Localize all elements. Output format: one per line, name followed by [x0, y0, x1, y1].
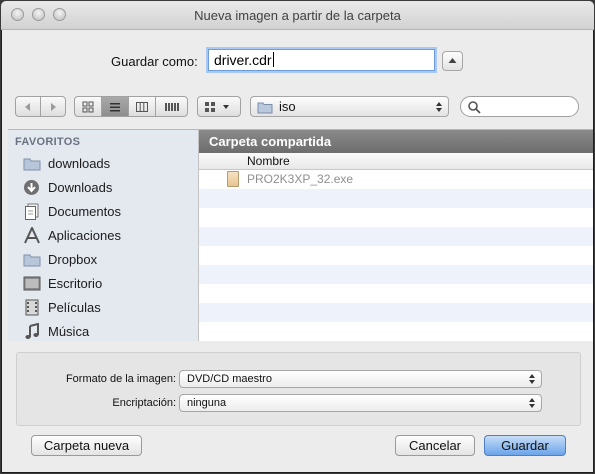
arrange-button[interactable]	[197, 96, 241, 117]
save-as-field[interactable]: driver.cdr	[208, 49, 435, 71]
sidebar-item-label: Películas	[48, 299, 101, 315]
back-button[interactable]	[15, 96, 41, 117]
sidebar-item-music[interactable]: Música	[8, 319, 198, 341]
sidebar-section-favorites: FAVORITOS	[15, 136, 81, 148]
sidebar-item-movies[interactable]: Películas	[8, 295, 198, 319]
save-dialog: Nueva imagen a partir de la carpeta Guar…	[1, 1, 594, 473]
list-view-button[interactable]	[101, 96, 129, 117]
column-view-button[interactable]	[128, 96, 156, 117]
sidebar-item-label: downloads	[48, 155, 111, 171]
grid-view-icon	[82, 101, 94, 112]
text-caret	[272, 52, 274, 67]
sidebar-item-applications[interactable]: Aplicaciones	[8, 223, 198, 247]
list-view-icon	[110, 102, 120, 111]
sidebar-item-label: Escritorio	[48, 275, 103, 291]
sidebar-item-label: Dropbox	[48, 251, 98, 267]
music-icon	[22, 322, 41, 340]
format-popup[interactable]: DVD/CD maestro	[179, 370, 542, 388]
options-panel: Formato de la imagen: DVD/CD maestro Enc…	[16, 352, 581, 426]
location-label: iso	[279, 99, 296, 114]
sidebar-item-downloads[interactable]: Downloads	[8, 175, 198, 199]
location-popup[interactable]: iso	[250, 96, 449, 117]
file-browser: Carpeta compartida Nombre PRO2K3XP_32.ex…	[199, 129, 593, 341]
row-stripe	[199, 189, 593, 208]
sidebar: FAVORITOS downloads Downloads Documentos…	[8, 129, 199, 341]
updown-arrows-icon	[529, 374, 535, 384]
encryption-value: ninguna	[187, 397, 227, 409]
save-as-value: driver.cdr	[214, 52, 272, 68]
new-folder-button[interactable]: Carpeta nueva	[31, 435, 142, 456]
save-as-label: Guardar como:	[111, 54, 198, 69]
applications-icon	[22, 226, 41, 244]
column-header-name[interactable]: Nombre	[199, 153, 593, 170]
coverflow-view-button[interactable]	[155, 96, 188, 117]
encryption-label: Encriptación:	[112, 397, 176, 409]
save-button[interactable]: Guardar	[484, 435, 566, 456]
column-header-label: Nombre	[247, 154, 290, 168]
search-field[interactable]	[460, 96, 579, 117]
folder-title: Carpeta compartida	[199, 130, 593, 153]
executable-icon	[227, 171, 239, 187]
sidebar-item-label: Música	[48, 323, 90, 339]
row-stripe	[199, 303, 593, 322]
sidebar-item-label: Documentos	[48, 203, 121, 219]
icon-view-button[interactable]	[74, 96, 102, 117]
sidebar-item-label: Downloads	[48, 179, 113, 195]
collapse-button[interactable]	[442, 51, 463, 71]
file-name: PRO2K3XP_32.exe	[247, 172, 354, 186]
updown-arrows-icon	[529, 398, 535, 408]
folder-icon	[22, 155, 41, 172]
cancel-button[interactable]: Cancelar	[395, 435, 475, 456]
forward-arrow-icon	[51, 102, 56, 111]
documents-icon	[22, 203, 41, 220]
forward-button[interactable]	[40, 96, 66, 117]
sidebar-item-dropbox[interactable]: Dropbox	[8, 247, 198, 271]
file-row[interactable]: PRO2K3XP_32.exe	[199, 170, 593, 189]
desktop-icon	[22, 275, 41, 292]
coverflow-icon	[164, 102, 179, 111]
search-icon	[468, 101, 481, 114]
sidebar-item-label: Aplicaciones	[48, 227, 121, 243]
window-title: Nueva imagen a partir de la carpeta	[194, 8, 401, 23]
title-bar: Nueva imagen a partir de la carpeta	[1, 1, 594, 30]
column-view-icon	[136, 101, 148, 112]
sidebar-item-documents[interactable]: Documentos	[8, 199, 198, 223]
film-icon	[22, 299, 41, 316]
sidebar-item-desktop[interactable]: Escritorio	[8, 271, 198, 295]
folder-icon	[22, 251, 41, 268]
arrange-icon	[205, 101, 229, 112]
chevron-up-icon	[448, 58, 457, 63]
format-value: DVD/CD maestro	[187, 373, 272, 385]
back-arrow-icon	[25, 102, 30, 111]
row-stripe	[199, 227, 593, 246]
updown-arrows-icon	[436, 102, 442, 112]
row-stripe	[199, 265, 593, 284]
encryption-popup[interactable]: ninguna	[179, 394, 542, 412]
sidebar-item-downloads-folder[interactable]: downloads	[8, 151, 198, 175]
folder-icon	[257, 102, 273, 114]
format-label: Formato de la imagen:	[65, 373, 176, 385]
download-icon	[22, 179, 41, 196]
